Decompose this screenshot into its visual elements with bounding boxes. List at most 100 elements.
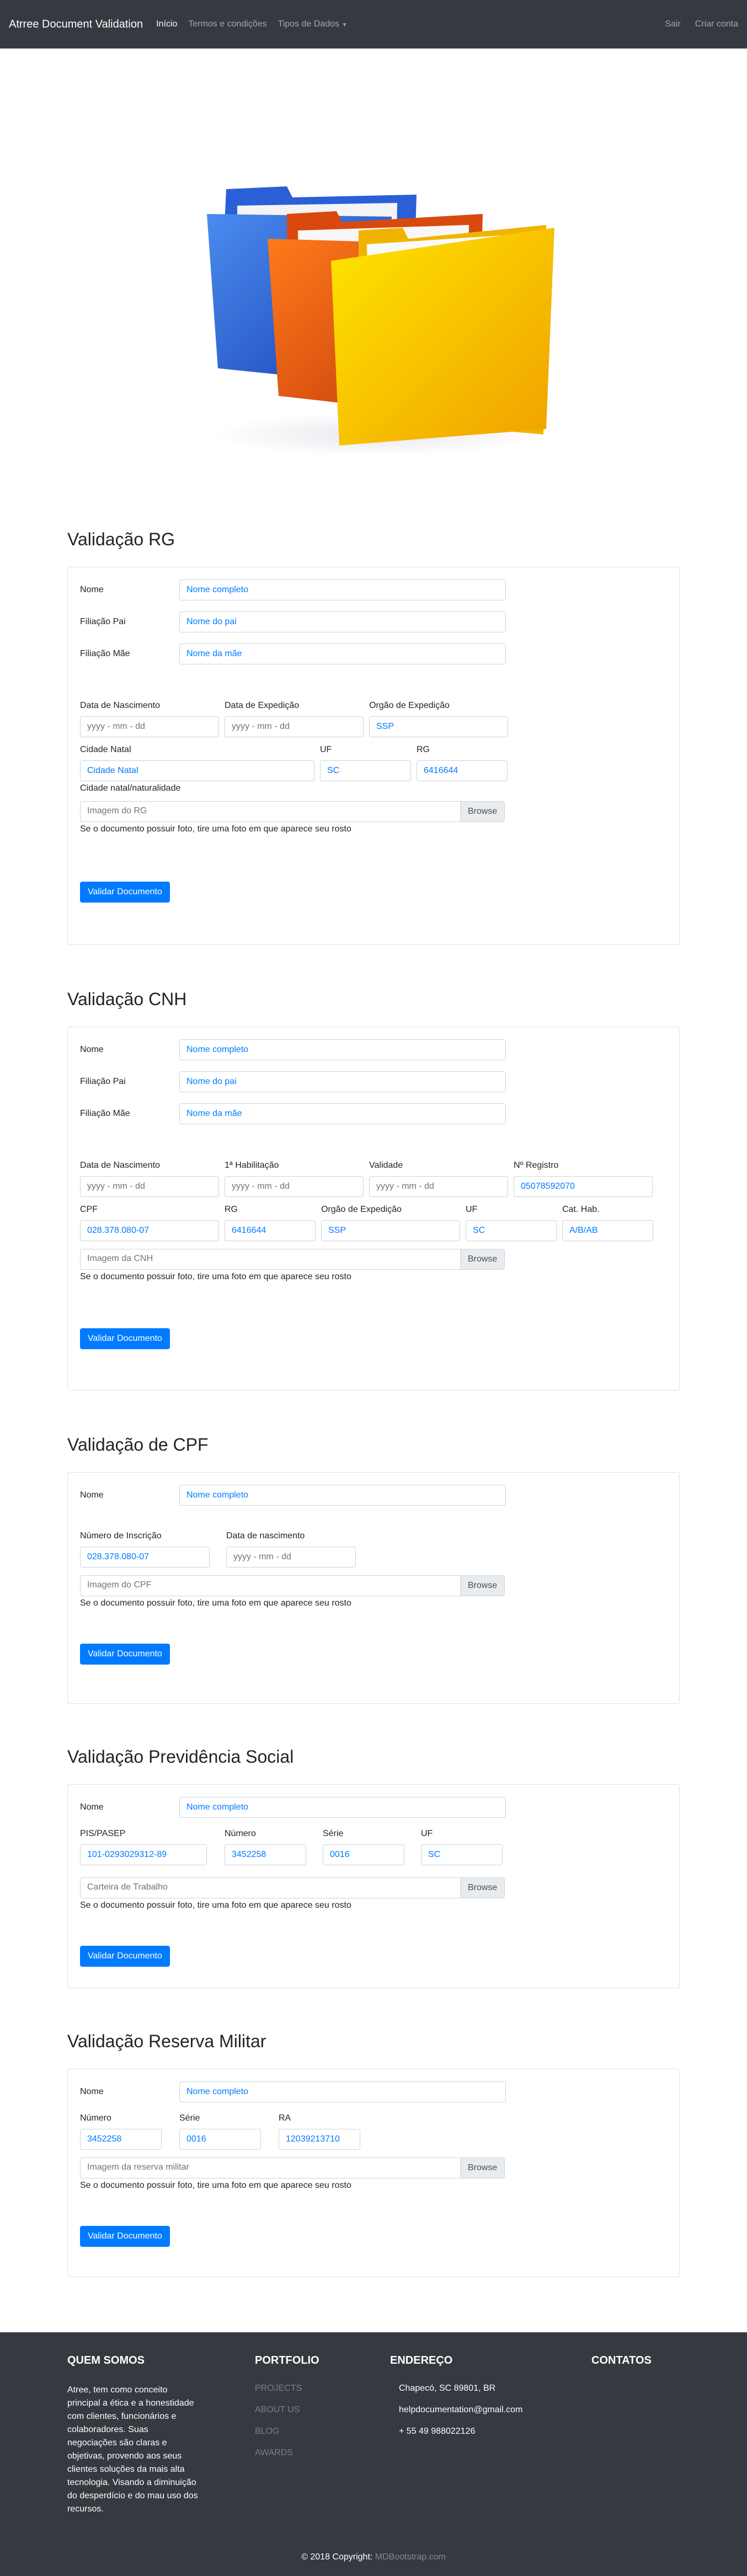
- copyright-link[interactable]: MDBootstrap.com: [375, 2552, 446, 2562]
- footer-address: ENDEREÇO Chapecó, SC 89801, BR helpdocum…: [390, 2354, 591, 2516]
- validar-previdencia-button[interactable]: Validar Documento: [80, 1946, 170, 1967]
- footer-columns: QUEM SOMOS Atree, tem como conceito prin…: [67, 2332, 680, 2516]
- cpf-file-input[interactable]: Imagem do CPF Browse: [80, 1575, 505, 1596]
- label-pai: Filiação Pai: [80, 617, 126, 626]
- label-numero: Número: [225, 1829, 256, 1838]
- nascimento-date-input[interactable]: yyyy - mm - dd: [226, 1547, 356, 1568]
- browse-button[interactable]: Browse: [460, 1249, 504, 1269]
- inscricao-input[interactable]: 028.378.080-07: [80, 1547, 210, 1568]
- footer-link-awards[interactable]: AWARDS: [255, 2448, 390, 2458]
- label-uf: UF: [421, 1829, 433, 1838]
- pis-input[interactable]: 101-0293029312-89: [80, 1844, 207, 1865]
- label-nome: Nome: [80, 1490, 104, 1500]
- nome-input[interactable]: Nome completo: [179, 1039, 506, 1060]
- label-inscricao: Número de Inscrição: [80, 1531, 162, 1541]
- file-label: Imagem do RG: [87, 806, 147, 815]
- folders-illustration: [207, 186, 554, 457]
- nav-link-inicio[interactable]: Início: [156, 19, 177, 29]
- nome-input[interactable]: Nome completo: [179, 2081, 506, 2102]
- section-title-previdencia: Validação Previdência Social: [67, 1747, 294, 1767]
- validar-cnh-button[interactable]: Validar Documento: [80, 1328, 170, 1349]
- cnh-file-input[interactable]: Imagem da CNH Browse: [80, 1249, 505, 1270]
- footer-contacts: CONTATOS: [591, 2354, 652, 2516]
- mae-input[interactable]: Nome da mãe: [179, 643, 506, 664]
- brand-link[interactable]: Atrree Document Validation: [9, 18, 143, 31]
- form-card-rg: Nome Nome completo Filiação Pai Nome do pa…: [67, 567, 680, 945]
- nav-link-sair[interactable]: Sair: [665, 19, 680, 29]
- file-label: Imagem da reserva militar: [87, 2162, 189, 2172]
- carteira-file-input[interactable]: Carteira de Trabalho Browse: [80, 1877, 505, 1898]
- nav-right: Sair Criar conta: [650, 19, 738, 29]
- nome-input[interactable]: Nome completo: [179, 1797, 506, 1818]
- validade-date-input[interactable]: yyyy - mm - dd: [369, 1176, 508, 1197]
- browse-button[interactable]: Browse: [460, 1576, 504, 1596]
- label-rg: RG: [417, 745, 430, 754]
- uf-input[interactable]: SC: [320, 760, 411, 781]
- section-rg: Validação RG Nome Nome completo Filiação …: [67, 528, 680, 945]
- pai-input[interactable]: Nome do pai: [179, 611, 506, 632]
- mae-input[interactable]: Nome da mãe: [179, 1103, 506, 1124]
- cpf-input[interactable]: 028.378.080-07: [80, 1220, 219, 1241]
- uf-input[interactable]: SC: [421, 1844, 503, 1865]
- footer-link-about[interactable]: ABOUT US: [255, 2405, 390, 2415]
- label-nascimento: Data de Nascimento: [80, 1161, 160, 1170]
- validar-cpf-button[interactable]: Validar Documento: [80, 1644, 170, 1665]
- habilitacao-date-input[interactable]: yyyy - mm - dd: [225, 1176, 364, 1197]
- file-label: Imagem do CPF: [87, 1580, 152, 1590]
- file-label: Imagem da CNH: [87, 1254, 153, 1263]
- file-label: Carteira de Trabalho: [87, 1882, 168, 1892]
- categoria-input[interactable]: A/B/AB: [562, 1220, 653, 1241]
- photo-help-text: Se o documento possuir foto, tire uma fo…: [80, 824, 351, 834]
- label-ra: RA: [279, 2113, 291, 2123]
- nav-dropdown-tipos[interactable]: Tipos de Dados ▼: [278, 19, 348, 29]
- nav-dropdown-label: Tipos de Dados: [278, 19, 340, 29]
- label-pis: PIS/PASEP: [80, 1829, 126, 1838]
- militar-file-input[interactable]: Imagem da reserva militar Browse: [80, 2158, 505, 2178]
- label-nome: Nome: [80, 1045, 104, 1054]
- numero-input[interactable]: 3452258: [225, 1844, 306, 1865]
- photo-help-text: Se o documento possuir foto, tire uma fo…: [80, 2181, 351, 2190]
- orgao-input[interactable]: SSP: [321, 1220, 460, 1241]
- nascimento-date-input[interactable]: yyyy - mm - dd: [80, 716, 219, 737]
- footer-link-blog[interactable]: BLOG: [255, 2427, 390, 2437]
- section-title-rg: Validação RG: [67, 529, 175, 549]
- numero-input[interactable]: 3452258: [80, 2129, 162, 2150]
- browse-button[interactable]: Browse: [460, 802, 504, 822]
- label-nome: Nome: [80, 2087, 104, 2096]
- footer-link-projects[interactable]: PROJECTS: [255, 2384, 390, 2393]
- orgao-input[interactable]: SSP: [369, 716, 508, 737]
- nome-input[interactable]: Nome completo: [179, 579, 506, 600]
- ra-input[interactable]: 12039213710: [279, 2129, 360, 2150]
- validar-rg-button[interactable]: Validar Documento: [80, 882, 170, 903]
- label-nome: Nome: [80, 585, 104, 594]
- expedicao-date-input[interactable]: yyyy - mm - dd: [225, 716, 364, 737]
- photo-help-text: Se o documento possuir foto, tire uma fo…: [80, 1598, 351, 1608]
- registro-input[interactable]: 05078592070: [514, 1176, 653, 1197]
- serie-input[interactable]: 0016: [323, 1844, 404, 1865]
- label-nascimento: Data de nascimento: [226, 1531, 305, 1541]
- footer-contacts-title: CONTATOS: [591, 2354, 652, 2366]
- section-cnh: Validação CNH Nome Nome completo Filiação…: [67, 988, 680, 1391]
- browse-button[interactable]: Browse: [460, 2158, 504, 2178]
- pai-input[interactable]: Nome do pai: [179, 1071, 506, 1092]
- nome-input[interactable]: Nome completo: [179, 1485, 506, 1506]
- serie-input[interactable]: 0016: [179, 2129, 261, 2150]
- cidade-input[interactable]: Cidade Natal: [80, 760, 314, 781]
- rg-file-input[interactable]: Imagem do RG Browse: [80, 801, 505, 822]
- browse-button[interactable]: Browse: [460, 1878, 504, 1898]
- section-previdencia: Validação Previdência Social Nome Nome co…: [67, 1746, 680, 1988]
- label-serie: Série: [179, 2113, 200, 2123]
- rg-input[interactable]: 6416644: [225, 1220, 316, 1241]
- nav-link-criar-conta[interactable]: Criar conta: [695, 19, 738, 29]
- nav-link-termos[interactable]: Termos e condições: [188, 19, 266, 29]
- nascimento-date-input[interactable]: yyyy - mm - dd: [80, 1176, 219, 1197]
- label-serie: Série: [323, 1829, 344, 1838]
- footer-phone: + 55 49 988022126: [399, 2427, 476, 2436]
- footer-about-text: Atree, tem como conceito principal a éti…: [67, 2385, 198, 2514]
- label-expedicao: Data de Expedição: [225, 701, 300, 710]
- label-validade: Validade: [369, 1161, 403, 1170]
- uf-input[interactable]: SC: [466, 1220, 557, 1241]
- form-card-militar: Nome Nome completo Número 3452258 Série 001…: [67, 2069, 680, 2277]
- rg-input[interactable]: 6416644: [417, 760, 508, 781]
- validar-militar-button[interactable]: Validar Documento: [80, 2226, 170, 2247]
